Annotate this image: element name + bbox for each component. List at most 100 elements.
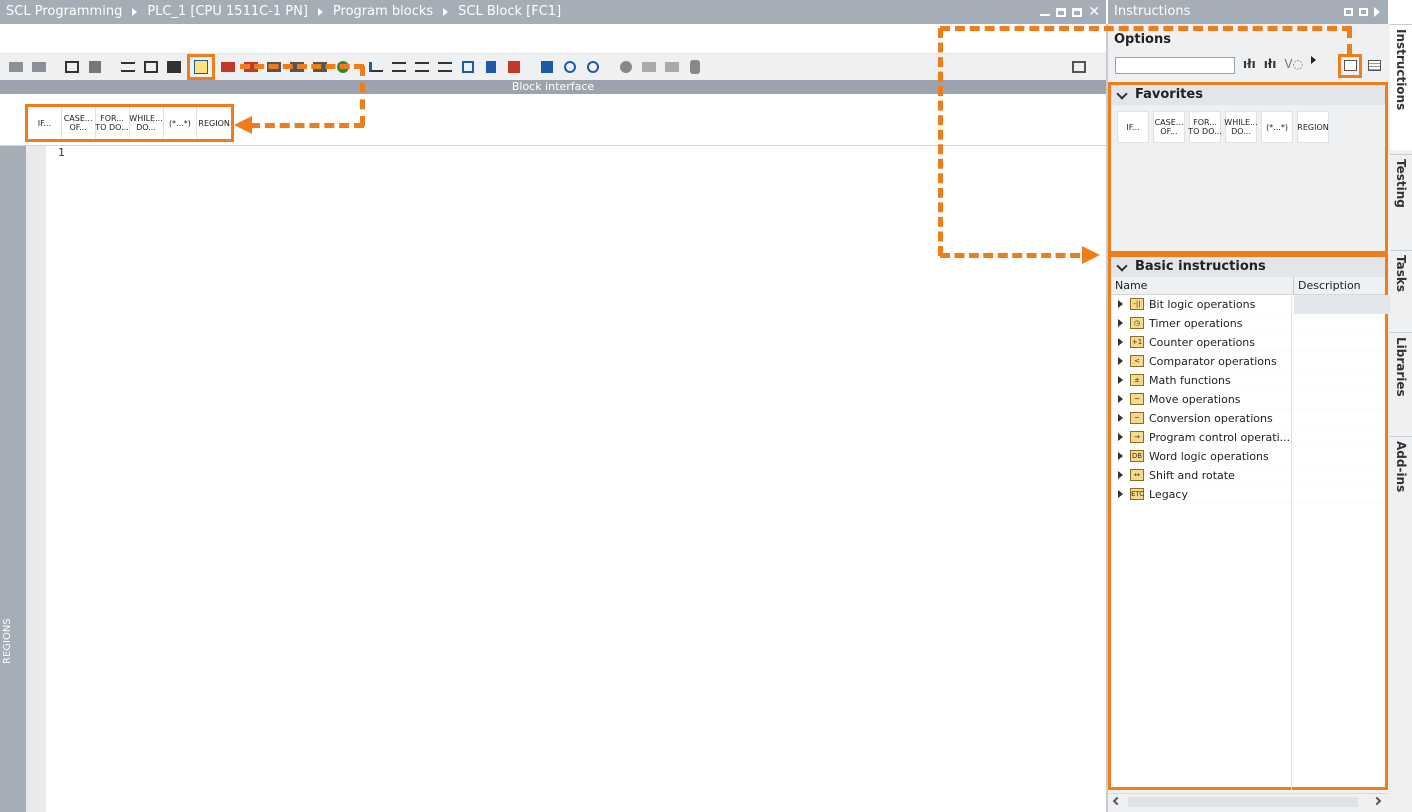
instruction-description [1294, 409, 1391, 428]
comment-icon[interactable] [412, 58, 432, 76]
toolbar-icon-a[interactable] [218, 58, 238, 76]
instruction-folder[interactable]: < Comparator operations [1111, 352, 1385, 371]
toolbar-icon-f[interactable] [639, 58, 659, 76]
instruction-search-input[interactable] [1115, 57, 1235, 74]
basic-instructions-header[interactable]: Basic instructions [1111, 257, 1385, 277]
instructions-titlebar: Instructions [1108, 0, 1388, 24]
instruction-folder[interactable]: -|| Bit logic operations [1111, 294, 1391, 314]
fav-comment[interactable]: (*...*) [1261, 111, 1293, 143]
expand-icon[interactable] [1118, 452, 1123, 460]
regions-sidebar[interactable]: REGIONS [0, 146, 26, 812]
restore-icon[interactable] [1056, 7, 1067, 17]
goto-icon[interactable] [504, 58, 524, 76]
expand-icon[interactable] [1118, 319, 1123, 327]
version-icon[interactable]: V◌ [1284, 57, 1303, 71]
monitor-icon[interactable] [164, 58, 184, 76]
expand-icon[interactable] [1118, 395, 1123, 403]
fav-case[interactable]: CASE... OF... [1153, 111, 1185, 143]
column-description[interactable]: Description [1294, 277, 1361, 294]
crumb-program-blocks[interactable]: Program blocks [333, 0, 433, 24]
tab-libraries[interactable]: Libraries [1390, 332, 1412, 432]
expand-icon[interactable] [1118, 471, 1123, 479]
tab-tasks[interactable]: Tasks [1390, 250, 1412, 328]
tab-testing[interactable]: Testing [1390, 154, 1412, 246]
set-bookmark-icon[interactable] [537, 58, 557, 76]
layout-icon[interactable] [1069, 58, 1089, 76]
monitoring-icon[interactable] [616, 58, 636, 76]
insert-network-icon[interactable] [6, 58, 26, 76]
instruction-description [1294, 447, 1391, 466]
column-name[interactable]: Name [1111, 277, 1294, 294]
next-bookmark-icon[interactable] [583, 58, 603, 76]
reset-icon[interactable] [85, 58, 105, 76]
instruction-category-icon: ~ [1130, 393, 1144, 405]
tab-add-ins[interactable]: Add-ins [1390, 436, 1412, 532]
instruction-folder[interactable]: ~ Move operations [1111, 390, 1385, 409]
search-down-icon[interactable]: ıłı [1243, 57, 1256, 71]
indent-icon[interactable] [366, 58, 386, 76]
crumb-plc[interactable]: PLC_1 [CPU 1511C-1 PN] [147, 0, 308, 24]
instruction-folder[interactable]: +1 Counter operations [1111, 333, 1385, 352]
fav-while[interactable]: WHILE... DO... [1224, 111, 1258, 143]
collapse-panel-icon[interactable] [1374, 7, 1380, 17]
minimize-icon[interactable] [1040, 9, 1051, 16]
expand-icon[interactable] [1118, 433, 1123, 441]
instruction-folder[interactable]: ± Math functions [1111, 371, 1385, 390]
expand-icon[interactable] [1118, 357, 1123, 365]
view-split-icon[interactable] [1368, 60, 1381, 71]
expand-icon[interactable] [1118, 376, 1123, 384]
snippet-while[interactable]: WHILE... DO... [129, 107, 164, 139]
annotation-arrow-top-right [940, 26, 1352, 31]
view-single-icon[interactable] [1344, 60, 1357, 71]
instruction-folder[interactable]: ↔ Shift and rotate [1111, 466, 1385, 485]
fav-region[interactable]: REGION [1297, 111, 1329, 143]
instructions-column-headers: Name Description [1111, 277, 1385, 295]
snippet-case[interactable]: CASE... OF... [62, 107, 96, 139]
expand-icon[interactable] [1118, 490, 1123, 498]
prev-bookmark-icon[interactable] [560, 58, 580, 76]
delete-network-icon[interactable] [29, 58, 49, 76]
snippets-toggle-icon[interactable] [187, 54, 215, 80]
snippet-comment[interactable]: (*...*) [164, 107, 198, 139]
maximize-icon[interactable] [1072, 7, 1083, 17]
fav-if[interactable]: IF... [1117, 111, 1149, 143]
crumb-project[interactable]: SCL Programming [6, 0, 122, 24]
tab-instructions[interactable]: Instructions [1390, 24, 1412, 150]
instruction-folder[interactable]: ◷ Timer operations [1111, 314, 1385, 333]
outdent-icon[interactable] [389, 58, 409, 76]
crumb-block[interactable]: SCL Block [FC1] [458, 0, 561, 24]
format-icon[interactable] [458, 58, 478, 76]
fav-for[interactable]: FOR... TO DO... [1188, 111, 1222, 143]
split-panel-icon[interactable] [1359, 8, 1368, 16]
snippet-if[interactable]: IF... [28, 107, 62, 139]
more-icon[interactable] [1311, 56, 1317, 64]
instruction-folder[interactable]: → Program control operati... [1111, 428, 1385, 447]
basic-instructions-panel: Basic instructions Name Description -|| B… [1108, 254, 1391, 790]
instruction-folder[interactable]: ETC Legacy [1111, 485, 1385, 504]
horizontal-scrollbar[interactable] [1108, 793, 1388, 809]
float-panel-icon[interactable] [1344, 8, 1353, 16]
close-icon[interactable]: ✕ [1088, 0, 1100, 24]
bookmark-icon[interactable] [481, 58, 501, 76]
download-icon[interactable] [62, 58, 82, 76]
expand-icon[interactable] [1118, 300, 1123, 308]
instruction-description [1294, 294, 1391, 314]
list-icon[interactable] [118, 58, 138, 76]
toolbar-icon-g[interactable] [662, 58, 682, 76]
instruction-description [1294, 485, 1391, 504]
favorites-header[interactable]: Favorites [1111, 85, 1385, 105]
database-icon[interactable] [685, 58, 705, 76]
scroll-thumb[interactable] [1128, 797, 1358, 807]
expand-icon[interactable] [1118, 414, 1123, 422]
uncomment-icon[interactable] [435, 58, 455, 76]
snippet-region[interactable]: REGION [197, 107, 231, 139]
search-up-icon[interactable]: ıłı [1264, 57, 1277, 71]
scl-editor[interactable] [46, 146, 1106, 812]
block-icon[interactable] [141, 58, 161, 76]
expand-icon[interactable] [1118, 338, 1123, 346]
snippet-for[interactable]: FOR... TO DO... [95, 107, 130, 139]
instruction-folder[interactable]: ~ Conversion operations [1111, 409, 1385, 428]
scroll-left-icon[interactable] [1112, 796, 1122, 806]
instruction-folder[interactable]: DB Word logic operations [1111, 447, 1385, 466]
scroll-right-icon[interactable] [1372, 796, 1382, 806]
